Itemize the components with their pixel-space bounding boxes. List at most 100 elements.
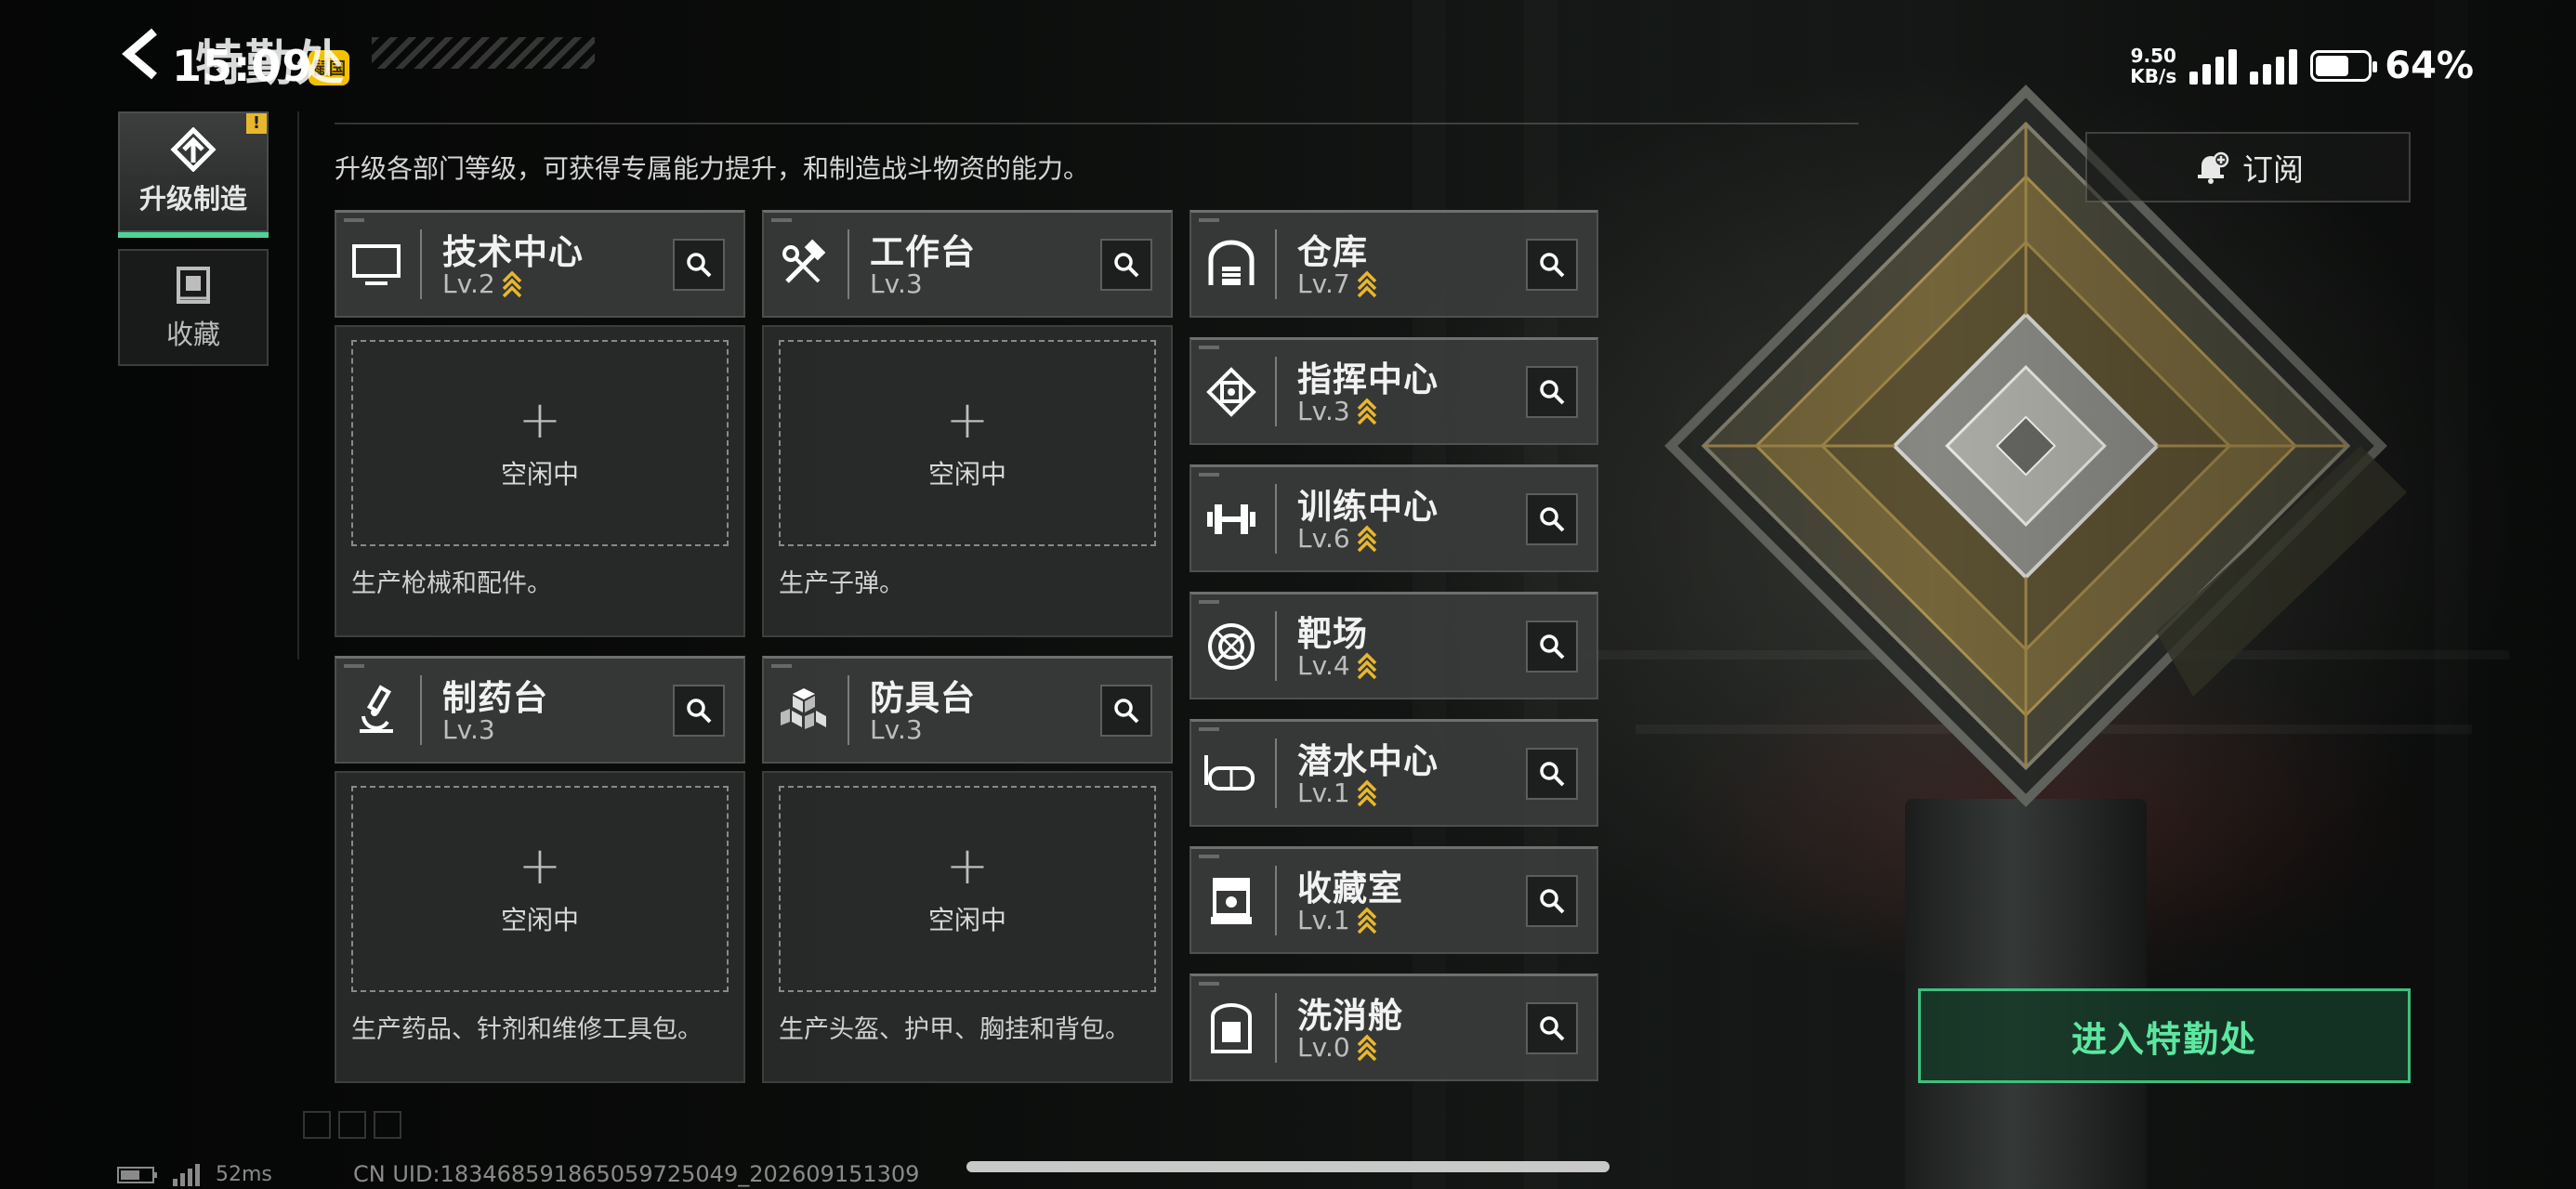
home-indicator[interactable] <box>966 1161 1610 1172</box>
upgrade-arrows-icon <box>1357 525 1376 552</box>
facility-card-pharmacy[interactable]: 制药台 Lv.3 <box>335 656 745 764</box>
production-panel-workbench: + 空闲中 生产子弹。 <box>762 325 1173 637</box>
search-icon <box>1540 379 1565 404</box>
footer-status: 52ms <box>117 1163 272 1186</box>
battery-percent: 64% <box>2385 45 2474 87</box>
header-divider <box>335 123 1859 124</box>
production-description: 生产头盔、护甲、胸挂和背包。 <box>779 1015 1130 1044</box>
facility-card-warehouse[interactable]: 仓库 Lv.7 <box>1189 210 1598 318</box>
upgrade-arrows-icon <box>1357 779 1376 806</box>
cell-signal-2-icon <box>2250 47 2298 85</box>
facility-level: Lv.3 <box>1297 396 1350 426</box>
production-description: 生产子弹。 <box>779 569 904 598</box>
display-case-icon <box>1203 872 1260 930</box>
search-button[interactable] <box>1526 747 1578 800</box>
ping-value: 52ms <box>216 1163 272 1186</box>
search-button[interactable] <box>1526 1001 1578 1054</box>
search-button[interactable] <box>1526 874 1578 927</box>
target-icon <box>1203 618 1260 675</box>
production-slot[interactable]: + 空闲中 <box>351 340 729 546</box>
facility-level: Lv.3 <box>870 714 923 745</box>
search-icon <box>687 252 712 277</box>
footer-decoration <box>303 1111 401 1139</box>
sidebar-item-collection[interactable]: 收藏 <box>118 249 269 366</box>
cell-signal-icon <box>2189 47 2238 85</box>
upgrade-arrows-icon <box>1357 398 1376 425</box>
dumbbell-icon <box>1203 490 1260 548</box>
production-slot[interactable]: + 空闲中 <box>351 786 729 992</box>
battery-icon <box>2310 50 2378 82</box>
facility-name: 工作台 <box>870 232 976 272</box>
search-button[interactable] <box>673 238 725 291</box>
facility-level: Lv.1 <box>1297 777 1350 808</box>
subscribe-button[interactable]: 订阅 <box>2085 132 2411 203</box>
back-button[interactable] <box>117 26 164 82</box>
user-uid: CN UID:1834685918650597250​49_2026091513… <box>353 1161 920 1187</box>
facility-card-command-center[interactable]: 指挥中心 Lv.3 <box>1189 337 1598 445</box>
subscribe-label: 订阅 <box>2242 151 2304 188</box>
upgrade-arrows-icon <box>1357 270 1376 297</box>
upgrade-arrows-icon <box>1357 1034 1376 1061</box>
upgrade-arrows-icon <box>1357 907 1376 934</box>
status-indicators: 9.50 KB/s 64% <box>2130 45 2474 87</box>
facility-level: Lv.0 <box>1297 1032 1350 1063</box>
back-arrow-icon <box>122 28 157 80</box>
facility-card-tech-center[interactable]: 技术中心 Lv.2 <box>335 210 745 318</box>
signal-small-icon <box>173 1163 200 1186</box>
cubes-icon <box>775 682 833 739</box>
facility-level: Lv.1 <box>1297 905 1350 935</box>
facility-card-armor-bench[interactable]: 防具台 Lv.3 <box>762 656 1173 764</box>
alert-badge: ! <box>246 113 267 134</box>
sidebar-item-upgrade-craft[interactable]: ! 升级制造 <box>118 111 269 238</box>
search-button[interactable] <box>1526 238 1578 291</box>
battery-small-icon <box>117 1166 157 1183</box>
facility-card-shooting-range[interactable]: 靶场 Lv.4 <box>1189 592 1598 699</box>
facility-name: 仓库 <box>1297 232 1368 272</box>
facility-card-diving-center[interactable]: 潜水中心 Lv.1 <box>1189 719 1598 827</box>
search-button[interactable] <box>1100 238 1152 291</box>
microscope-icon <box>348 682 405 739</box>
search-icon <box>1114 252 1139 277</box>
facility-level: Lv.3 <box>870 268 923 299</box>
slot-status: 空闲中 <box>500 905 579 935</box>
production-description: 生产枪械和配件。 <box>351 569 552 598</box>
facility-name: 训练中心 <box>1297 487 1439 527</box>
search-icon <box>1540 761 1565 786</box>
search-button[interactable] <box>1526 492 1578 545</box>
slot-status: 空闲中 <box>927 905 1006 935</box>
monitor-icon <box>348 236 405 294</box>
facility-card-training-center[interactable]: 训练中心 Lv.6 <box>1189 464 1598 572</box>
production-slot[interactable]: + 空闲中 <box>779 786 1156 992</box>
warehouse-icon <box>1203 236 1260 294</box>
production-panel-tech-center: + 空闲中 生产枪械和配件。 <box>335 325 745 637</box>
facility-card-collection-room[interactable]: 收藏室 Lv.1 <box>1189 846 1598 954</box>
search-icon <box>1540 888 1565 913</box>
slot-status: 空闲中 <box>927 459 1006 490</box>
search-button[interactable] <box>1526 620 1578 673</box>
production-panel-pharmacy: + 空闲中 生产药品、针剂和维修工具包。 <box>335 771 745 1083</box>
search-icon <box>1540 252 1565 277</box>
search-button[interactable] <box>673 684 725 737</box>
facility-level: Lv.3 <box>442 714 495 745</box>
add-icon: + <box>518 836 562 896</box>
search-icon <box>1540 1015 1565 1040</box>
command-center-icon <box>1203 363 1260 421</box>
network-speed: 9.50 KB/s <box>2130 46 2176 86</box>
production-slot[interactable]: + 空闲中 <box>779 340 1156 546</box>
upgrade-icon <box>170 127 217 172</box>
facility-name: 技术中心 <box>442 232 584 272</box>
battery-fill <box>2316 56 2348 76</box>
facility-level: Lv.6 <box>1297 523 1350 554</box>
search-button[interactable] <box>1526 365 1578 418</box>
facility-name: 收藏室 <box>1297 869 1403 908</box>
facility-name: 靶场 <box>1297 614 1368 654</box>
search-icon <box>687 698 712 723</box>
network-speed-value: 9.50 <box>2130 45 2176 67</box>
facility-name: 防具台 <box>870 678 976 718</box>
slot-status: 空闲中 <box>500 459 579 490</box>
search-button[interactable] <box>1100 684 1152 737</box>
upgrade-arrows-icon <box>1357 652 1376 679</box>
facility-card-workbench[interactable]: 工作台 Lv.3 <box>762 210 1173 318</box>
facility-card-decon-chamber[interactable]: 洗消舱 Lv.0 <box>1189 973 1598 1081</box>
enter-special-ops-button[interactable]: 进入特勤处 <box>1918 988 2411 1083</box>
